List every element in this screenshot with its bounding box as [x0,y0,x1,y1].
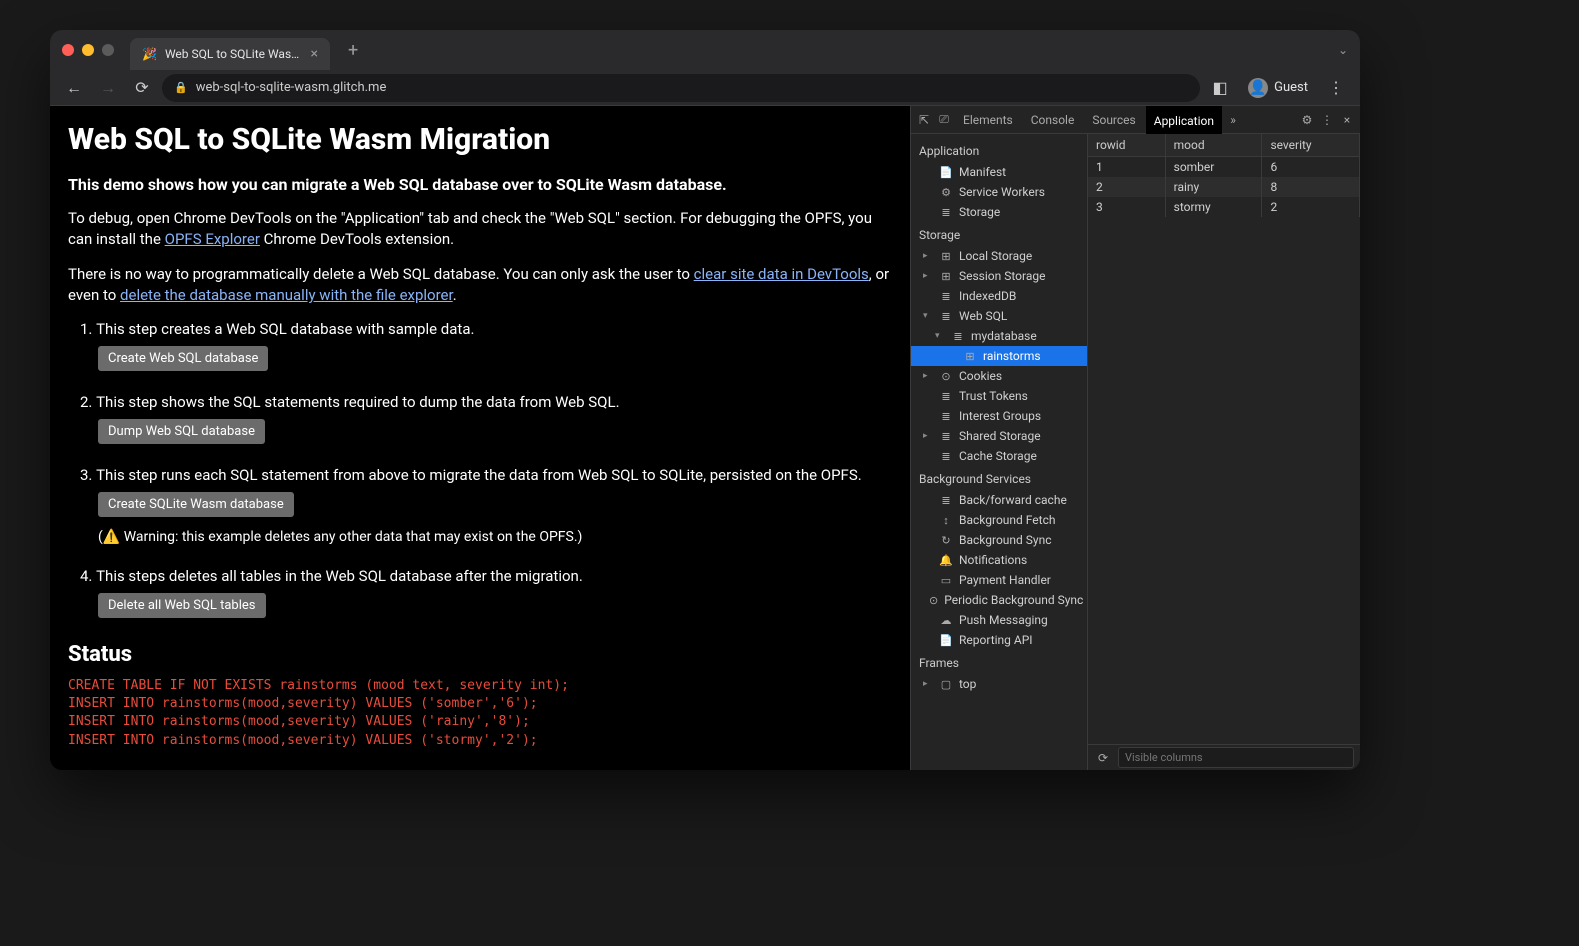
more-tabs-icon[interactable]: » [1224,111,1242,129]
table-row[interactable]: 1somber6 [1088,157,1360,178]
sidebar-item-storage[interactable]: ≣Storage [911,202,1087,222]
devtools-sidebar: Application 📄Manifest ⚙Service Workers ≣… [911,134,1088,770]
sidebar-item-push-messaging[interactable]: ☁Push Messaging [911,610,1087,630]
status-output: CREATE TABLE IF NOT EXISTS rainstorms (m… [68,677,892,750]
sidebar-item-web-sql[interactable]: ▾≣Web SQL [911,306,1087,326]
step-2: This step shows the SQL statements requi… [76,393,892,444]
profile-label: Guest [1274,80,1308,95]
avatar-icon: 👤 [1248,78,1268,98]
sidebar-item-shared-storage[interactable]: ▸≣Shared Storage [911,426,1087,446]
devtools-panel: ⇱ ⎚ Elements Console Sources Application… [910,106,1360,770]
page-subtitle: This demo shows how you can migrate a We… [68,175,892,194]
col-severity[interactable]: severity [1262,134,1360,157]
refresh-icon[interactable]: ⟳ [1094,749,1112,767]
sidebar-item-notifications[interactable]: 🔔Notifications [911,550,1087,570]
sidebar-item-service-workers[interactable]: ⚙Service Workers [911,182,1087,202]
sidebar-item-reporting-api[interactable]: 📄Reporting API [911,630,1087,650]
table-row[interactable]: 2rainy8 [1088,177,1360,197]
warning-text: (⚠️ Warning: this example deletes any ot… [98,529,892,545]
step-4: This steps deletes all tables in the Web… [76,567,892,618]
page-title: Web SQL to SQLite Wasm Migration [68,122,892,157]
tab-application[interactable]: Application [1146,106,1222,134]
devtools-footer: ⟳ [1088,744,1360,770]
address-bar[interactable]: 🔒 web-sql-to-sqlite-wasm.glitch.me [162,74,1200,102]
close-tab-icon[interactable]: × [311,46,318,62]
sidebar-item-rainstorms[interactable]: ⊞rainstorms [911,346,1087,366]
sidebar-item-indexeddb[interactable]: ≣IndexedDB [911,286,1087,306]
device-toggle-icon[interactable]: ⎚ [935,111,953,129]
devtools-menu-icon[interactable]: ⋮ [1318,111,1336,129]
reload-button[interactable]: ⟳ [128,74,156,102]
minimize-window-button[interactable] [82,44,94,56]
tab-sources[interactable]: Sources [1084,107,1143,133]
sidebar-item-top-frame[interactable]: ▸▢top [911,674,1087,694]
window-controls [62,44,114,56]
debug-paragraph: To debug, open Chrome DevTools on the "A… [68,208,892,250]
sidebar-group-bg-services: Background Services [911,466,1087,490]
sidebar-item-manifest[interactable]: 📄Manifest [911,162,1087,182]
close-window-button[interactable] [62,44,74,56]
steps-list: This step creates a Web SQL database wit… [76,320,892,618]
sidebar-item-cookies[interactable]: ▸⊙Cookies [911,366,1087,386]
sidebar-item-background-fetch[interactable]: ↕Background Fetch [911,510,1087,530]
inspect-icon[interactable]: ⇱ [915,111,933,129]
col-rowid[interactable]: rowid [1088,134,1165,157]
sidebar-item-local-storage[interactable]: ▸⊞Local Storage [911,246,1087,266]
lock-icon: 🔒 [174,81,188,94]
sidebar-item-trust-tokens[interactable]: ≣Trust Tokens [911,386,1087,406]
forward-button[interactable]: → [94,74,122,102]
sidebar-item-session-storage[interactable]: ▸⊞Session Storage [911,266,1087,286]
tab-favicon: 🎉 [142,47,157,61]
delete-manual-link[interactable]: delete the database manually with the fi… [120,286,453,304]
side-panel-icon[interactable]: ◧ [1206,74,1234,102]
maximize-window-button[interactable] [102,44,114,56]
browser-body: Web SQL to SQLite Wasm Migration This de… [50,106,1360,770]
delete-tables-button[interactable]: Delete all Web SQL tables [98,593,266,618]
sidebar-item-background-sync[interactable]: ↻Background Sync [911,530,1087,550]
tab-title: Web SQL to SQLite Wasm Migr [165,47,303,61]
tab-elements[interactable]: Elements [955,107,1021,133]
page-content: Web SQL to SQLite Wasm Migration This de… [50,106,910,770]
table-row[interactable]: 3stormy2 [1088,197,1360,217]
back-button[interactable]: ← [60,74,88,102]
browser-window: 🎉 Web SQL to SQLite Wasm Migr × + ⌄ ← → … [50,30,1360,770]
sidebar-item-interest-groups[interactable]: ≣Interest Groups [911,406,1087,426]
step-1: This step creates a Web SQL database wit… [76,320,892,371]
sidebar-group-storage: Storage [911,222,1087,246]
close-devtools-icon[interactable]: × [1338,111,1356,129]
profile-button[interactable]: 👤 Guest [1240,78,1316,98]
sidebar-item-payment-handler[interactable]: ▭Payment Handler [911,570,1087,590]
sidebar-item-cache-storage[interactable]: ≣Cache Storage [911,446,1087,466]
dump-websql-button[interactable]: Dump Web SQL database [98,419,265,444]
clear-data-link[interactable]: clear site data in DevTools [694,265,869,283]
devtools-main: rowidmoodseverity 1somber62rainy83stormy… [1088,134,1360,770]
create-websql-button[interactable]: Create Web SQL database [98,346,268,371]
tab-dropdown-icon[interactable]: ⌄ [1338,43,1348,57]
create-sqlite-button[interactable]: Create SQLite Wasm database [98,492,294,517]
new-tab-button[interactable]: + [348,40,358,61]
sidebar-group-frames: Frames [911,650,1087,674]
url-bar: ← → ⟳ 🔒 web-sql-to-sqlite-wasm.glitch.me… [50,70,1360,106]
tab-console[interactable]: Console [1023,107,1083,133]
url-text: web-sql-to-sqlite-wasm.glitch.me [196,80,387,95]
browser-tab[interactable]: 🎉 Web SQL to SQLite Wasm Migr × [130,38,330,70]
settings-icon[interactable]: ⚙ [1298,111,1316,129]
status-heading: Status [68,642,892,667]
devtools-tabs: ⇱ ⎚ Elements Console Sources Application… [911,106,1360,134]
step-3: This step runs each SQL statement from a… [76,466,892,545]
sidebar-item-back-forward-cache[interactable]: ≣Back/forward cache [911,490,1087,510]
menu-button[interactable]: ⋮ [1322,74,1350,102]
titlebar: 🎉 Web SQL to SQLite Wasm Migr × + ⌄ [50,30,1360,70]
col-mood[interactable]: mood [1165,134,1262,157]
sidebar-item-mydatabase[interactable]: ▾≣mydatabase [911,326,1087,346]
sidebar-group-application: Application [911,138,1087,162]
delete-paragraph: There is no way to programmatically dele… [68,264,892,306]
opfs-explorer-link[interactable]: OPFS Explorer [165,230,260,248]
sidebar-item-periodic-background-sync[interactable]: ⊙Periodic Background Sync [911,590,1087,610]
data-table: rowidmoodseverity 1somber62rainy83stormy… [1088,134,1360,744]
visible-columns-input[interactable] [1118,747,1354,768]
